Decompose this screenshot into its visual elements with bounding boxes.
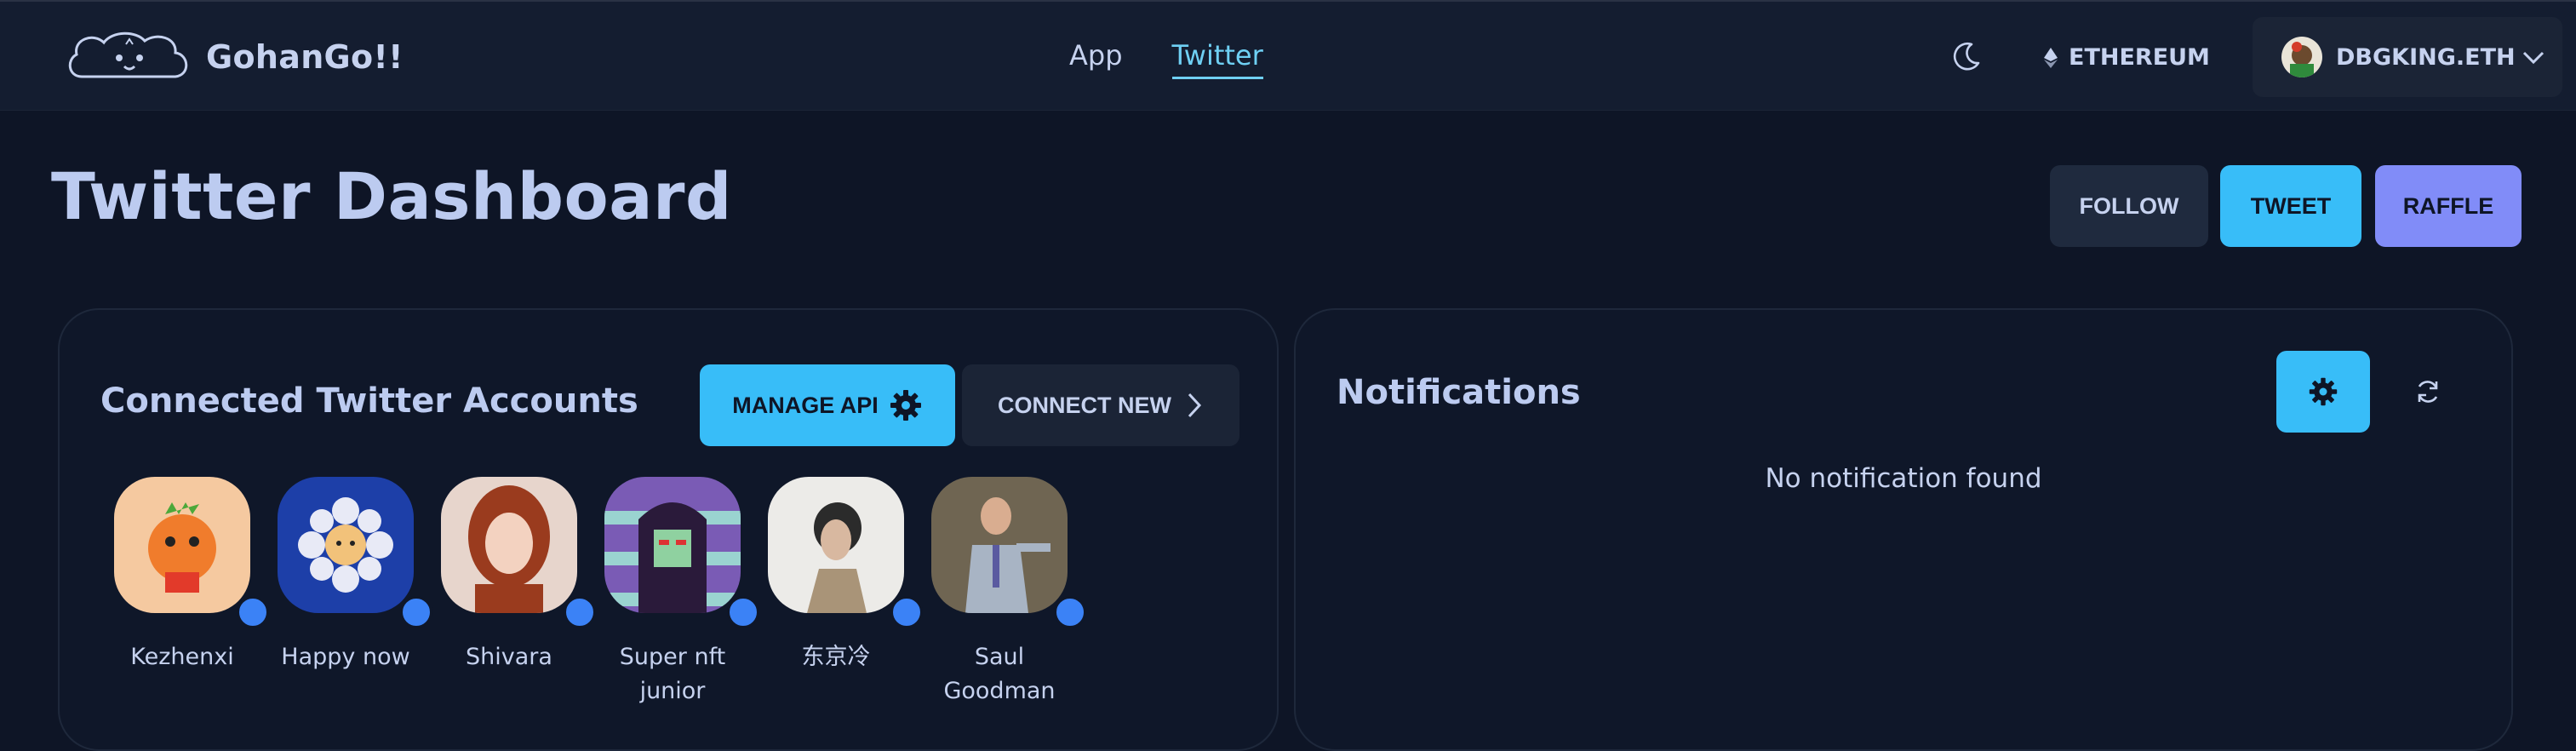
brand-name: GohanGo!! <box>206 38 404 76</box>
chevron-down-icon <box>2522 51 2544 65</box>
gohan-logo-icon <box>68 32 188 78</box>
empty-state-text: No notification found <box>1765 463 2042 494</box>
avatar <box>2281 37 2322 77</box>
page-title: Twitter Dashboard <box>51 158 732 234</box>
gear-icon <box>890 390 921 421</box>
refresh-button[interactable] <box>2387 351 2469 433</box>
avatar <box>278 477 414 613</box>
network-label: ETHEREUM <box>2069 44 2210 71</box>
account-name: Kezhenxi <box>130 644 234 670</box>
account-name: Shivara <box>466 644 552 670</box>
logo[interactable]: GohanGo!! <box>65 27 404 87</box>
panel-title: Connected Twitter Accounts <box>100 381 638 421</box>
main-nav: App Twitter <box>1069 39 1313 79</box>
account-name: Super nft junior <box>619 644 726 704</box>
account-menu-button[interactable]: DBGKING.ETH <box>2253 17 2562 97</box>
moon-icon <box>1953 42 1980 71</box>
network-selector[interactable]: ETHEREUM <box>2043 44 2210 71</box>
connection-status-dot <box>400 596 432 628</box>
nav-item-twitter[interactable]: Twitter <box>1171 39 1263 79</box>
connection-status-dot <box>564 596 596 628</box>
avatar <box>114 477 250 613</box>
account-name: 东京冷 <box>801 644 871 670</box>
nav-item-app[interactable]: App <box>1069 39 1123 79</box>
manage-api-label: MANAGE API <box>732 392 879 418</box>
gear-icon <box>2309 377 2338 406</box>
account-name: Happy now <box>281 644 410 670</box>
theme-toggle-button[interactable] <box>1949 39 1984 73</box>
account-name: Saul Goodman <box>943 644 1056 704</box>
avatar <box>768 477 904 613</box>
avatar <box>604 477 741 613</box>
connection-status-dot <box>1054 596 1086 628</box>
top-navbar: GohanGo!! App Twitter ETHEREUM DBGKING.E… <box>0 0 2576 111</box>
refresh-icon <box>2418 381 2438 403</box>
connect-new-button[interactable]: CONNECT NEW <box>962 364 1239 446</box>
tweet-button[interactable]: TWEET <box>2220 165 2361 247</box>
chevron-right-icon <box>1188 393 1202 418</box>
notification-settings-button[interactable] <box>2276 351 2370 433</box>
connect-new-label: CONNECT NEW <box>998 392 1171 418</box>
connected-accounts-panel: Connected Twitter Accounts MANAGE API CO… <box>58 308 1279 751</box>
connection-status-dot <box>890 596 923 628</box>
account-name: DBGKING.ETH <box>2336 43 2516 71</box>
connection-status-dot <box>727 596 759 628</box>
ethereum-icon <box>2044 47 2058 68</box>
manage-api-button[interactable]: MANAGE API <box>700 364 955 446</box>
connection-status-dot <box>237 596 269 628</box>
avatar <box>931 477 1068 613</box>
raffle-button[interactable]: RAFFLE <box>2375 165 2522 247</box>
notifications-panel: Notifications No notification found <box>1294 308 2513 751</box>
follow-button[interactable]: FOLLOW <box>2050 165 2208 247</box>
panel-title: Notifications <box>1337 373 1581 412</box>
avatar <box>441 477 577 613</box>
